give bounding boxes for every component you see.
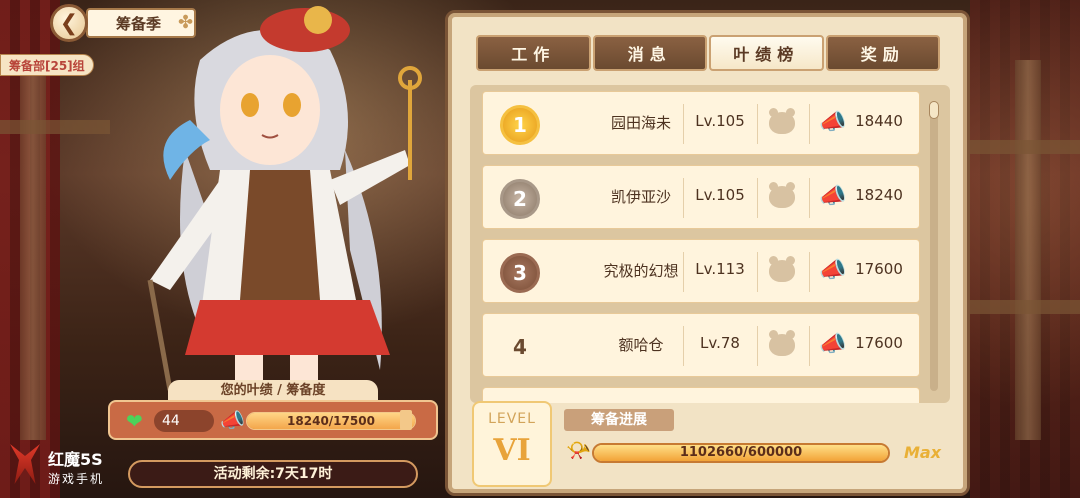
leaderboard-list[interactable]: 1 园田海未 Lv.105 📣 18440 2 凯伊亚沙 Lv.105 📣 18… xyxy=(470,85,950,403)
tab-work[interactable]: 工作 xyxy=(476,35,591,71)
player-level: Lv.78 xyxy=(700,334,740,352)
horn-icon: 📣 xyxy=(220,408,245,432)
leaderboard-row[interactable]: 4 额哈仓 Lv.78 📣 17600 xyxy=(482,313,920,377)
divider xyxy=(757,178,758,218)
horn-icon: 📣 xyxy=(819,110,847,135)
rank-1-medal: 1 xyxy=(497,102,543,148)
player-score: 18440 xyxy=(855,112,903,130)
balcony xyxy=(970,140,1080,154)
tab-leaderboard[interactable]: 叶绩榜 xyxy=(709,35,824,71)
progress-value: 1102660/600000 xyxy=(679,445,803,460)
max-label: Max xyxy=(904,443,942,462)
group-tag: 筹备部[25]组 xyxy=(0,54,94,76)
tab-rewards[interactable]: 奖励 xyxy=(825,35,940,71)
player-score: 18240 xyxy=(855,186,903,204)
divider xyxy=(683,326,684,366)
megaphone-icon: 📯 xyxy=(566,438,591,462)
divider xyxy=(683,252,684,292)
brand-subtitle: 游戏手机 xyxy=(48,472,105,486)
tab-messages[interactable]: 消息 xyxy=(592,35,707,71)
leaderboard-row[interactable]: 3 究极的幻想 Lv.113 📣 17600 xyxy=(482,239,920,303)
player-level: Lv.113 xyxy=(695,260,745,278)
divider xyxy=(809,252,810,292)
rank-2-medal: 2 xyxy=(497,176,543,222)
back-button[interactable]: ❮ xyxy=(50,4,88,42)
bear-avatar-icon[interactable] xyxy=(769,256,795,282)
level-badge: LEVEL VI xyxy=(472,401,552,487)
brand-name: 红魔5S xyxy=(48,450,103,469)
character-illustration xyxy=(147,6,422,400)
balcony xyxy=(970,300,1080,314)
bronze-medal-icon: 3 xyxy=(500,253,540,293)
scroll-thumb[interactable] xyxy=(929,101,939,119)
divider xyxy=(809,178,810,218)
bear-avatar-icon[interactable] xyxy=(769,108,795,134)
gold-medal-icon: 1 xyxy=(500,105,540,145)
progress-label: 筹备进展 xyxy=(564,409,674,431)
silver-medal-icon: 2 xyxy=(500,179,540,219)
performance-bar-cap xyxy=(400,410,412,430)
divider xyxy=(809,104,810,144)
divider xyxy=(683,104,684,144)
level-number: VI xyxy=(493,433,531,468)
pillar xyxy=(20,60,46,440)
scrollbar[interactable] xyxy=(929,101,939,391)
leaderboard-row-partial[interactable] xyxy=(482,387,920,403)
pillar xyxy=(1015,60,1041,440)
hearts-count: 44 xyxy=(154,410,214,432)
tab-bar: 工作 消息 叶绩榜 奖励 xyxy=(476,35,942,73)
player-level: Lv.105 xyxy=(695,186,745,204)
leaderboard-panel: 工作 消息 叶绩榜 奖励 1 园田海未 Lv.105 📣 18440 2 凯伊亚… xyxy=(445,10,970,496)
bear-avatar-icon[interactable] xyxy=(769,330,795,356)
progress-bar: 1102660/600000 xyxy=(592,443,890,463)
performance-title: 您的叶绩 / 筹备度 xyxy=(168,380,378,402)
divider xyxy=(757,326,758,366)
horn-icon: 📣 xyxy=(819,332,847,357)
divider xyxy=(683,178,684,218)
leaderboard-row[interactable]: 2 凯伊亚沙 Lv.105 📣 18240 xyxy=(482,165,920,229)
performance-bar-text: 18240/17500 xyxy=(287,414,375,428)
player-level: Lv.105 xyxy=(695,112,745,130)
divider xyxy=(757,104,758,144)
divider xyxy=(809,326,810,366)
rank-number: 4 xyxy=(513,335,527,359)
clover-icon: ✤ xyxy=(178,12,194,33)
performance-panel: 您的叶绩 / 筹备度 ❤ 44 📣 18240/17500 xyxy=(108,380,438,460)
horn-icon: 📣 xyxy=(819,184,847,209)
level-word: LEVEL xyxy=(488,411,536,427)
event-timer: 活动剩余:7天17时 xyxy=(128,460,418,488)
leaderboard-row[interactable]: 1 园田海未 Lv.105 📣 18440 xyxy=(482,91,920,155)
heart-back-icon: ❮ xyxy=(59,10,79,36)
bear-avatar-icon[interactable] xyxy=(769,182,795,208)
performance-bar: 18240/17500 xyxy=(246,412,416,430)
rank-3-medal: 3 xyxy=(497,250,543,296)
player-score: 17600 xyxy=(855,260,903,278)
performance-body: ❤ 44 📣 18240/17500 xyxy=(108,400,438,440)
player-score: 17600 xyxy=(855,334,903,352)
horn-icon: 📣 xyxy=(819,258,847,283)
heart-icon: ❤ xyxy=(126,409,143,433)
divider xyxy=(757,252,758,292)
